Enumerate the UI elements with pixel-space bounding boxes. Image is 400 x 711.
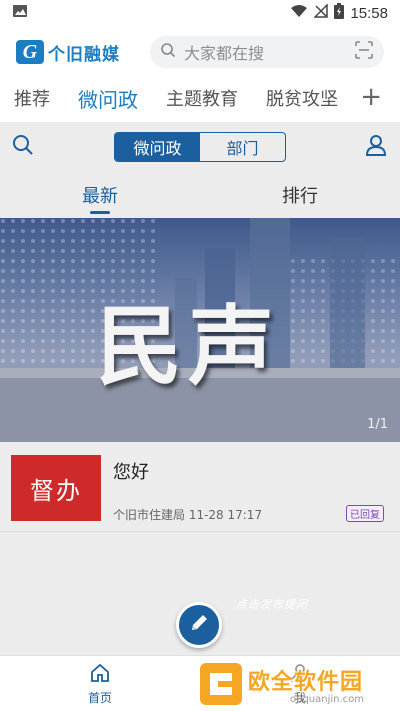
tab-theme-education[interactable]: 主题教育 xyxy=(166,85,238,111)
segment-weiwenzheng[interactable]: 微问政 xyxy=(115,133,200,161)
user-icon[interactable] xyxy=(364,133,388,161)
nav-home-label: 首页 xyxy=(87,690,112,705)
app-logo: G 个旧融媒 xyxy=(16,40,120,65)
thumbnail-label: 督办 xyxy=(30,476,82,505)
compose-hint: 点击发布提问 xyxy=(236,598,308,611)
news-meta: 个旧市住建局 11-28 17:17 xyxy=(113,508,263,522)
battery-icon xyxy=(334,3,345,23)
tab-weiwenzheng[interactable]: 微问政 xyxy=(78,84,138,113)
logo-text: 个旧融媒 xyxy=(48,44,120,65)
scan-icon[interactable] xyxy=(354,40,374,64)
segmented-control: 微问政 部门 xyxy=(114,132,286,162)
segment-department[interactable]: 部门 xyxy=(200,133,285,161)
add-channel-icon[interactable]: + xyxy=(360,82,382,112)
tab-ranking[interactable]: 排行 xyxy=(200,172,400,218)
sub-tabs: 最新 排行 xyxy=(0,172,400,218)
status-left xyxy=(12,4,28,22)
watermark: 欧全软件园 ouquanjin.com xyxy=(200,660,396,708)
status-right: 15:58 xyxy=(290,3,388,23)
tab-latest-label: 最新 xyxy=(82,186,118,207)
tab-ranking-label: 排行 xyxy=(282,186,318,207)
status-bar: 15:58 xyxy=(0,0,400,26)
banner-pager: 1/1 xyxy=(367,417,388,432)
toolbar: 微问政 部门 xyxy=(0,122,400,172)
status-time: 15:58 xyxy=(350,4,388,22)
wifi-icon xyxy=(290,4,308,22)
nav-home[interactable]: 首页 xyxy=(0,656,200,711)
tab-underline xyxy=(90,211,110,214)
list-item[interactable]: 督办 您好 个旧市住建局 11-28 17:17 已回复 xyxy=(0,442,400,532)
logo-g-icon: G xyxy=(16,40,44,64)
news-thumbnail: 督办 xyxy=(11,455,101,521)
watermark-text: 欧全软件园 ouquanjin.com xyxy=(248,664,364,705)
no-signal-icon xyxy=(313,3,329,22)
app-header: G 个旧融媒 大家都在搜 xyxy=(0,30,400,74)
home-icon xyxy=(89,662,111,687)
watermark-sub: ouquanjin.com xyxy=(290,693,365,705)
compose-button[interactable] xyxy=(176,602,222,648)
watermark-logo-icon xyxy=(200,663,242,705)
banner-title: 民声 xyxy=(96,296,280,397)
status-badge: 已回复 xyxy=(346,505,384,522)
tab-recommend[interactable]: 推荐 xyxy=(14,85,50,111)
tab-poverty-alleviation[interactable]: 脱贫攻坚 xyxy=(266,85,338,111)
channel-tabs: 推荐 微问政 主题教育 脱贫攻坚 + xyxy=(0,76,400,120)
banner[interactable]: 民声 1/1 xyxy=(0,218,400,442)
gallery-icon xyxy=(12,4,28,22)
news-title: 您好 xyxy=(113,462,149,483)
pencil-icon xyxy=(188,612,210,638)
search-input[interactable]: 大家都在搜 xyxy=(150,36,384,68)
search-placeholder: 大家都在搜 xyxy=(184,44,265,63)
watermark-title: 欧全软件园 xyxy=(248,669,364,695)
toolbar-search-icon[interactable] xyxy=(12,134,34,160)
search-icon xyxy=(160,42,176,62)
tab-latest[interactable]: 最新 xyxy=(0,172,200,218)
